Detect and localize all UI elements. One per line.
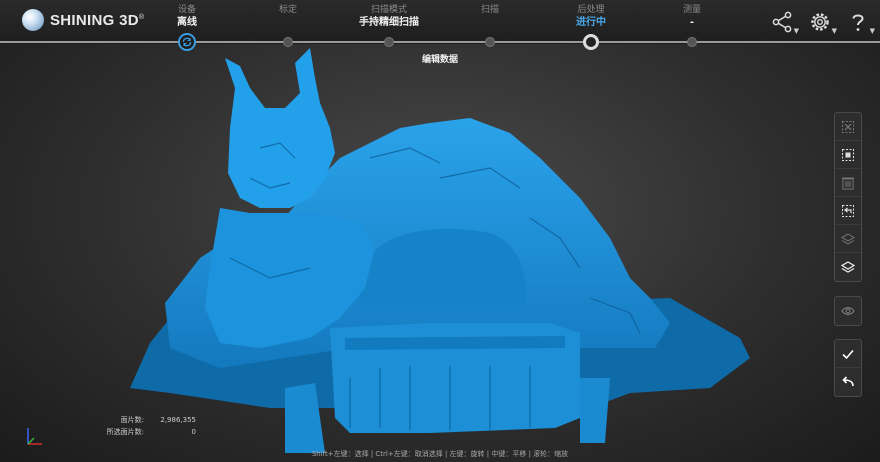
top-bar: SHINING 3D® 设备 离线 标定 扫描模式 手持精细扫描 扫描 后处理 … bbox=[0, 0, 880, 51]
faces-label: 面片数: bbox=[120, 416, 144, 424]
apply-button[interactable] bbox=[835, 340, 861, 368]
undo-button[interactable] bbox=[835, 197, 861, 225]
axis-y-icon bbox=[27, 437, 35, 445]
clear-selection-icon bbox=[842, 120, 854, 133]
share-icon[interactable]: ▼ bbox=[770, 10, 799, 35]
apply-check-icon bbox=[842, 349, 854, 359]
layers-active-icon bbox=[841, 261, 855, 273]
layers-button[interactable] bbox=[835, 225, 861, 253]
clear-selection-button[interactable] bbox=[835, 113, 861, 141]
brand-name: SHINING 3D bbox=[50, 11, 139, 29]
selected-faces-label: 所选面片数: bbox=[106, 428, 144, 436]
help-icon[interactable]: ▼ bbox=[846, 10, 875, 35]
select-through-button[interactable] bbox=[835, 141, 861, 169]
back-button[interactable] bbox=[835, 368, 861, 396]
selected-faces-value: 0 bbox=[191, 428, 196, 436]
mesh-stats: 面片数: 2,986,355 所选面片数: 0 bbox=[94, 414, 196, 438]
step-scan-mode[interactable]: 扫描模式 手持精细扫描 bbox=[334, 4, 444, 30]
visibility-toolbar bbox=[834, 296, 862, 326]
step-device[interactable]: 设备 离线 bbox=[132, 4, 242, 30]
workflow-progress-line bbox=[0, 41, 880, 43]
step-post-processing[interactable]: 后处理 进行中 bbox=[536, 4, 646, 30]
step-measure-dot[interactable] bbox=[687, 37, 697, 47]
faces-value: 2,986,355 bbox=[160, 416, 196, 424]
step-calibration[interactable]: 标定 bbox=[233, 4, 343, 16]
sync-icon bbox=[182, 37, 192, 47]
step-scan-dot[interactable] bbox=[485, 37, 495, 47]
brand-logo: SHINING 3D® bbox=[22, 9, 144, 31]
step-scan-mode-dot[interactable] bbox=[384, 37, 394, 47]
chevron-down-icon: ▼ bbox=[831, 27, 837, 35]
top-icons: ▼ ▼ ▼ bbox=[770, 10, 875, 35]
step-scan[interactable]: 扫描 bbox=[435, 4, 545, 16]
visibility-button[interactable] bbox=[835, 297, 861, 325]
chevron-down-icon: ▼ bbox=[869, 27, 875, 35]
undo-icon bbox=[842, 204, 854, 217]
select-visible-icon bbox=[842, 148, 854, 161]
globe-icon bbox=[22, 9, 44, 31]
step-calibration-dot[interactable] bbox=[283, 37, 293, 47]
visibility-icon bbox=[841, 307, 855, 315]
layers-active-button[interactable] bbox=[835, 253, 861, 281]
confirm-toolbar bbox=[834, 339, 862, 397]
settings-icon[interactable]: ▼ bbox=[808, 10, 837, 35]
back-arrow-icon bbox=[842, 376, 854, 387]
mouse-hint: Shift+左键：选择 | Ctrl+左键：取消选择 | 左键：旋转 | 中键：… bbox=[311, 450, 569, 458]
delete-selection-button[interactable] bbox=[835, 169, 861, 197]
axis-indicator bbox=[27, 428, 42, 445]
chevron-down-icon: ▼ bbox=[793, 27, 799, 35]
delete-icon bbox=[842, 177, 854, 189]
layers-icon bbox=[841, 232, 855, 245]
scan-model-viewport[interactable] bbox=[110, 48, 760, 453]
step-measure[interactable]: 测量 - bbox=[637, 4, 747, 30]
edit-toolbar bbox=[834, 112, 862, 282]
